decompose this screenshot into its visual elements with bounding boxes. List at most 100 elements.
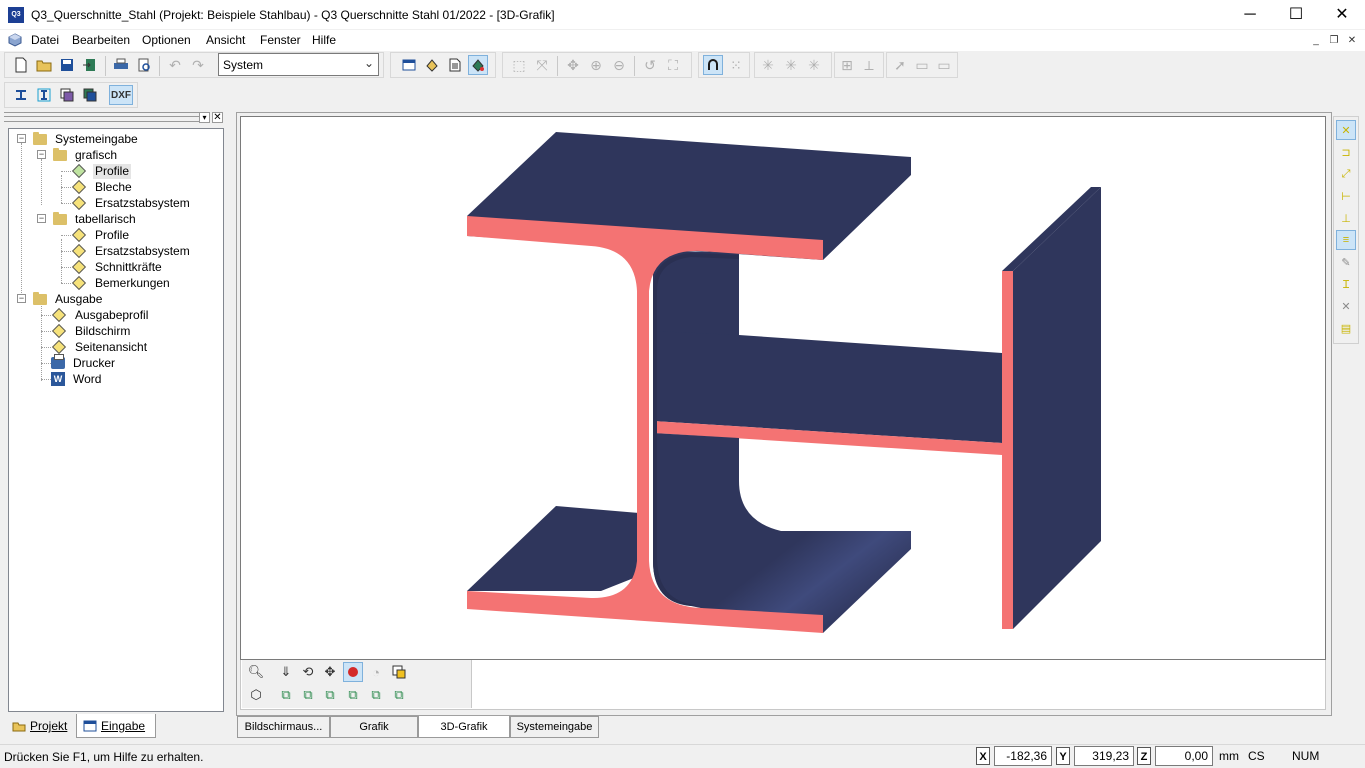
tree-item-ersatzstabsystem-grafisch[interactable]: Ersatzstabsystem <box>71 195 192 211</box>
project-tree[interactable]: − Systemeingabe − grafisch Profile Blech… <box>8 128 224 712</box>
dimension-vertical-icon[interactable]: Ɪ <box>1336 274 1356 294</box>
rotate-view-icon[interactable]: ⟲ <box>298 662 318 682</box>
window-list-icon[interactable] <box>399 55 419 75</box>
i-section-icon[interactable] <box>11 85 31 105</box>
layers-icon[interactable] <box>57 85 77 105</box>
steel-section-3d-model[interactable] <box>241 117 1325 659</box>
export-icon[interactable] <box>80 55 100 75</box>
menu-datei[interactable]: Datei <box>31 33 59 47</box>
tree-item-drucker[interactable]: Drucker <box>51 354 117 371</box>
tree-item-profile-tabellarisch[interactable]: Profile <box>71 227 131 243</box>
view-back-icon[interactable]: ⧉ <box>298 685 318 705</box>
ruler-icon[interactable]: ▤ <box>1336 318 1356 338</box>
grid-icon[interactable]: ⁙ <box>726 55 746 75</box>
dimension-width-icon[interactable]: ⊢ <box>1336 186 1356 206</box>
axis-icon[interactable]: ⟂ <box>859 55 879 75</box>
document-window-icon[interactable] <box>8 33 22 47</box>
move-down-icon[interactable]: ⇓ <box>276 662 296 682</box>
mdi-close-button[interactable]: ✕ <box>1344 34 1360 48</box>
iso-view-icon[interactable]: ⬡ <box>246 685 266 705</box>
tree-item-tabellarisch[interactable]: tabellarisch <box>53 211 138 227</box>
print-icon[interactable] <box>111 55 131 75</box>
zoom-extents-icon[interactable]: ⤧ <box>532 55 552 75</box>
menu-hilfe[interactable]: Hilfe <box>312 33 336 47</box>
fit-view-icon[interactable]: ⛶ <box>663 55 683 75</box>
mdi-restore-button[interactable]: ❐ <box>1326 34 1342 48</box>
maximize-button[interactable]: ☐ <box>1273 0 1319 30</box>
render-settings-icon[interactable] <box>389 662 409 682</box>
dxf-button[interactable]: DXF <box>109 85 133 105</box>
comment-icon[interactable]: ▭ <box>934 55 954 75</box>
coordinate-icon[interactable]: ⊞ <box>837 55 857 75</box>
menu-optionen[interactable]: Optionen <box>142 33 191 47</box>
menu-bearbeiten[interactable]: Bearbeiten <box>72 33 130 47</box>
tree-item-word[interactable]: W Word <box>51 371 103 387</box>
section-outline-icon[interactable] <box>34 85 54 105</box>
tree-item-grafisch[interactable]: grafisch <box>53 147 119 163</box>
menu-fenster[interactable]: Fenster <box>260 33 301 47</box>
tab-eingabe[interactable]: Eingabe <box>76 714 156 738</box>
tab-systemeingabe[interactable]: Systemeingabe <box>510 716 599 738</box>
pencil-icon[interactable]: ✎ <box>1336 252 1356 272</box>
dimension-close-icon[interactable]: ✕ <box>1336 120 1356 140</box>
tab-projekt[interactable]: Projekt <box>6 714 73 738</box>
tree-item-seitenansicht[interactable]: Seitenansicht <box>51 339 149 355</box>
tree-item-ersatzstabsystem-tabellarisch[interactable]: Ersatzstabsystem <box>71 243 192 259</box>
undo-icon[interactable]: ↶ <box>165 55 185 75</box>
close-button[interactable]: ✕ <box>1319 0 1365 30</box>
3d-viewport[interactable] <box>240 116 1326 660</box>
document-icon[interactable] <box>445 55 465 75</box>
redo-icon[interactable]: ↷ <box>188 55 208 75</box>
new-file-icon[interactable] <box>11 55 31 75</box>
print-preview-icon[interactable] <box>134 55 154 75</box>
dimension-chain-icon[interactable]: ≡ <box>1336 230 1356 250</box>
windows-icon[interactable] <box>80 85 100 105</box>
tree-expander[interactable]: − <box>37 150 46 159</box>
tab-grafik[interactable]: Grafik <box>330 716 418 738</box>
asterisk-icon[interactable]: ✳ <box>781 55 801 75</box>
pan-view-icon[interactable]: ✥ <box>320 662 340 682</box>
tab-bildschirmausgabe[interactable]: Bildschirmaus... <box>237 716 330 738</box>
select-pointer-icon[interactable]: ➚ <box>890 55 910 75</box>
color-fill-icon[interactable] <box>422 55 442 75</box>
zoom-in-icon[interactable]: ⊕ <box>586 55 606 75</box>
tree-expander[interactable]: − <box>37 214 46 223</box>
view-front-icon[interactable]: ⧉ <box>276 685 296 705</box>
tree-item-bleche[interactable]: Bleche <box>71 179 134 195</box>
tree-item-ausgabeprofil[interactable]: Ausgabeprofil <box>51 307 150 323</box>
dimension-height-icon[interactable]: ⊥ <box>1336 208 1356 228</box>
tree-item-bildschirm[interactable]: Bildschirm <box>51 323 132 339</box>
panel-menu-button[interactable]: ▾ <box>199 112 210 123</box>
dimension-horizontal-icon[interactable]: ⊐ <box>1336 142 1356 162</box>
tab-3d-grafik[interactable]: 3D-Grafik <box>418 716 510 738</box>
panel-close-button[interactable]: ✕ <box>212 112 223 123</box>
zoom-window-icon[interactable]: ⬚ <box>509 55 529 75</box>
save-icon[interactable] <box>57 55 77 75</box>
tree-item-schnittkraefte[interactable]: Schnittkräfte <box>71 259 164 275</box>
tree-item-bemerkungen[interactable]: Bemerkungen <box>71 275 172 291</box>
view-bottom-icon[interactable]: ⧉ <box>389 685 409 705</box>
system-select[interactable]: System ⌄ <box>218 53 379 76</box>
tree-expander[interactable]: − <box>17 294 26 303</box>
dimension-diagonal-icon[interactable]: ⤢ <box>1336 164 1356 184</box>
rotate-icon[interactable]: ↺ <box>640 55 660 75</box>
zoom-page-icon[interactable]: 🔍︎ <box>246 662 266 682</box>
view-top-icon[interactable]: ⧉ <box>366 685 386 705</box>
asterisk-icon[interactable]: ✳ <box>804 55 824 75</box>
view-left-icon[interactable]: ⧉ <box>320 685 340 705</box>
open-folder-icon[interactable] <box>34 55 54 75</box>
tree-item-profile-grafisch[interactable]: Profile <box>71 163 132 179</box>
mdi-minimize-button[interactable]: _ <box>1308 34 1324 48</box>
pan-icon[interactable]: ✥ <box>563 55 583 75</box>
tree-item-systemeingabe[interactable]: Systemeingabe <box>33 131 140 147</box>
sphere-rotate-icon[interactable] <box>343 662 363 682</box>
delete-dimension-icon[interactable]: ✕ <box>1336 296 1356 316</box>
tree-expander[interactable]: − <box>17 134 26 143</box>
zoom-out-icon[interactable]: ⊖ <box>609 55 629 75</box>
tree-item-ausgabe[interactable]: Ausgabe <box>33 291 104 307</box>
menu-ansicht[interactable]: Ansicht <box>206 33 245 47</box>
comment-icon[interactable]: ▭ <box>912 55 932 75</box>
render-3d-icon[interactable] <box>468 55 488 75</box>
minimize-button[interactable]: ─ <box>1227 0 1273 30</box>
asterisk-icon[interactable]: ✳ <box>758 55 778 75</box>
